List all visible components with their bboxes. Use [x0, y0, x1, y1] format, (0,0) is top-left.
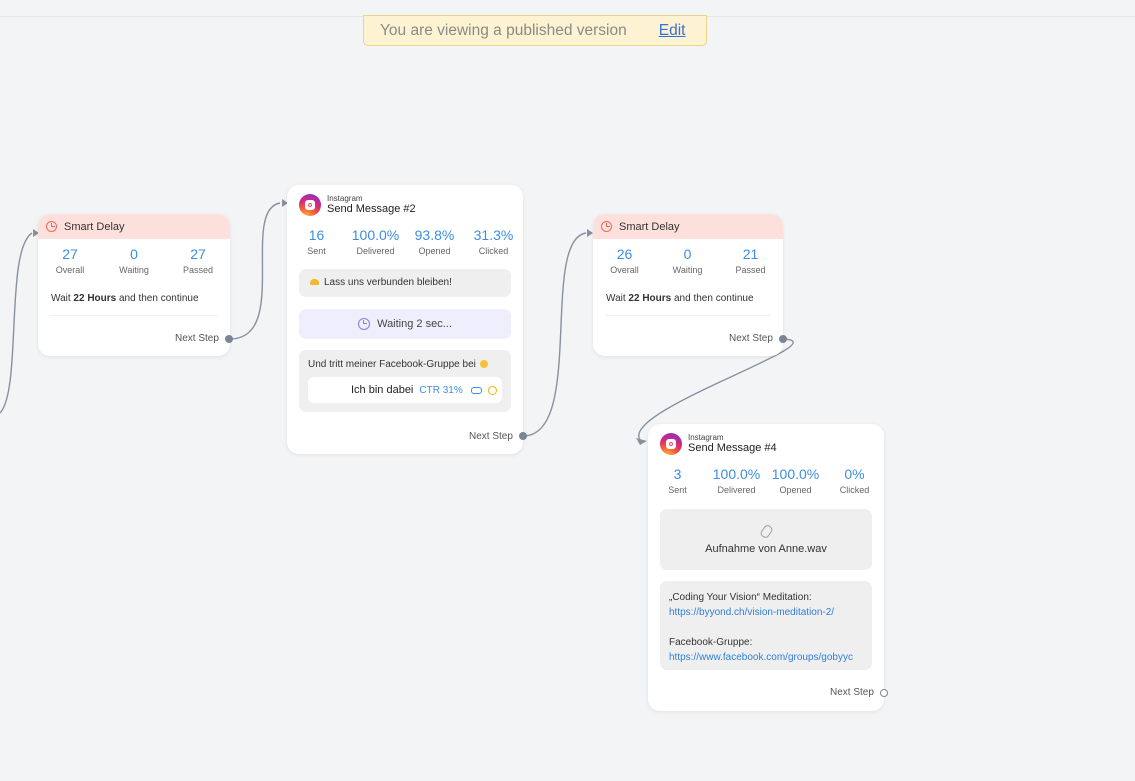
- smart-delay-header: Smart Delay: [38, 214, 230, 239]
- next-step-label: Next Step: [469, 431, 513, 442]
- attachment-bubble[interactable]: Aufnahme von Anne.wav: [660, 509, 872, 570]
- stat-opened: 93.8% Opened: [414, 227, 455, 256]
- wait-description: Wait 22 Hours and then continue: [51, 293, 199, 304]
- message-with-button: Und tritt meiner Facebook-Gruppe bei Ich…: [299, 350, 511, 412]
- attachment-name: Aufnahme von Anne.wav: [705, 543, 827, 555]
- message-text-bubble: Lass uns verbunden bleiben!: [299, 269, 511, 297]
- button-ich-bin-dabei[interactable]: Ich bin dabei CTR 31%: [308, 377, 502, 403]
- stat-waiting: 0 Waiting: [672, 246, 703, 275]
- stat-delivered: 100.0% Delivered: [351, 227, 400, 256]
- stat-passed: 27 Passed: [182, 246, 214, 275]
- platform-label: Instagram: [327, 194, 363, 203]
- wire-delay1-to-msg2: [229, 202, 281, 340]
- paperclip-icon: [758, 523, 774, 540]
- stat-sent: 3 Sent: [668, 466, 687, 495]
- platform-label: Instagram: [688, 433, 724, 442]
- next-step-port[interactable]: [225, 335, 233, 343]
- smart-delay-header: Smart Delay: [593, 214, 783, 239]
- facebook-group-link[interactable]: https://www.facebook.com/groups/gobyyc: [669, 650, 872, 665]
- message-text: Und tritt meiner Facebook-Gruppe bei: [308, 359, 502, 370]
- message-title: Send Message #2: [327, 203, 416, 215]
- stat-opened: 100.0% Opened: [771, 466, 820, 495]
- stat-waiting: 0 Waiting: [119, 246, 149, 275]
- message-stats: 16 Sent 100.0% Delivered 93.8% Opened 31.3%…: [287, 216, 523, 256]
- meditation-link[interactable]: https://byyond.ch/vision-meditation-2/: [669, 605, 872, 620]
- wire-incoming: [0, 232, 33, 414]
- stat-clicked: 0% Clicked: [839, 466, 870, 495]
- waiting-bubble: Waiting 2 sec...: [299, 309, 511, 339]
- clock-icon: [46, 221, 57, 232]
- smart-delay-title: Smart Delay: [619, 220, 680, 233]
- message-header: Instagram Send Message #2: [287, 185, 523, 216]
- wire-msg2-to-delay2: [522, 232, 587, 437]
- wait-description: Wait 22 Hours and then continue: [606, 293, 754, 304]
- next-step-label: Next Step: [830, 687, 874, 698]
- stat-sent: 16 Sent: [307, 227, 326, 256]
- clock-icon: [601, 221, 612, 232]
- next-step-port[interactable]: [519, 432, 527, 440]
- next-step-port[interactable]: [779, 335, 787, 343]
- stat-clicked: 31.3% Clicked: [473, 227, 514, 256]
- stat-passed: 21 Passed: [735, 246, 766, 275]
- stat-delivered: 100.0% Delivered: [712, 466, 761, 495]
- next-step-label: Next Step: [729, 333, 773, 344]
- next-step-label: Next Step: [175, 333, 219, 344]
- emoji-icon: [310, 279, 319, 286]
- link-icon: [470, 386, 482, 394]
- circle-icon: [487, 385, 497, 395]
- next-step-port[interactable]: [880, 689, 888, 697]
- message-header: Instagram Send Message #4: [648, 424, 884, 455]
- instagram-icon: [299, 194, 321, 216]
- send-message-card-2[interactable]: Instagram Send Message #2 16 Sent 100.0% D…: [287, 185, 523, 454]
- message-title: Send Message #4: [688, 442, 777, 454]
- message-line: „Coding Your Vision“ Meditation:: [669, 592, 812, 603]
- message-stats: 3 Sent 100.0% Delivered 100.0% Opened 0% Cli…: [648, 455, 884, 495]
- connection-wires: [0, 199, 794, 445]
- stat-overall: 26 Overall: [610, 246, 639, 275]
- delay-stats: 26 Overall 0 Waiting 21 Passed: [593, 239, 783, 275]
- ctr-label: CTR 31%: [419, 384, 463, 396]
- clock-icon: [358, 318, 371, 330]
- smart-delay-title: Smart Delay: [64, 220, 125, 233]
- message-links-bubble: „Coding Your Vision“ Meditation: https:/…: [660, 581, 872, 670]
- delay-stats: 27 Overall 0 Waiting 27 Passed: [38, 239, 230, 275]
- message-line: Facebook-Gruppe:: [669, 637, 753, 648]
- arrow-msg4: [636, 438, 647, 445]
- instagram-icon: [660, 433, 682, 455]
- emoji-icon: [479, 360, 488, 369]
- send-message-card-4[interactable]: Instagram Send Message #4 3 Sent 100.0% De…: [648, 424, 884, 711]
- stat-overall: 27 Overall: [55, 246, 85, 275]
